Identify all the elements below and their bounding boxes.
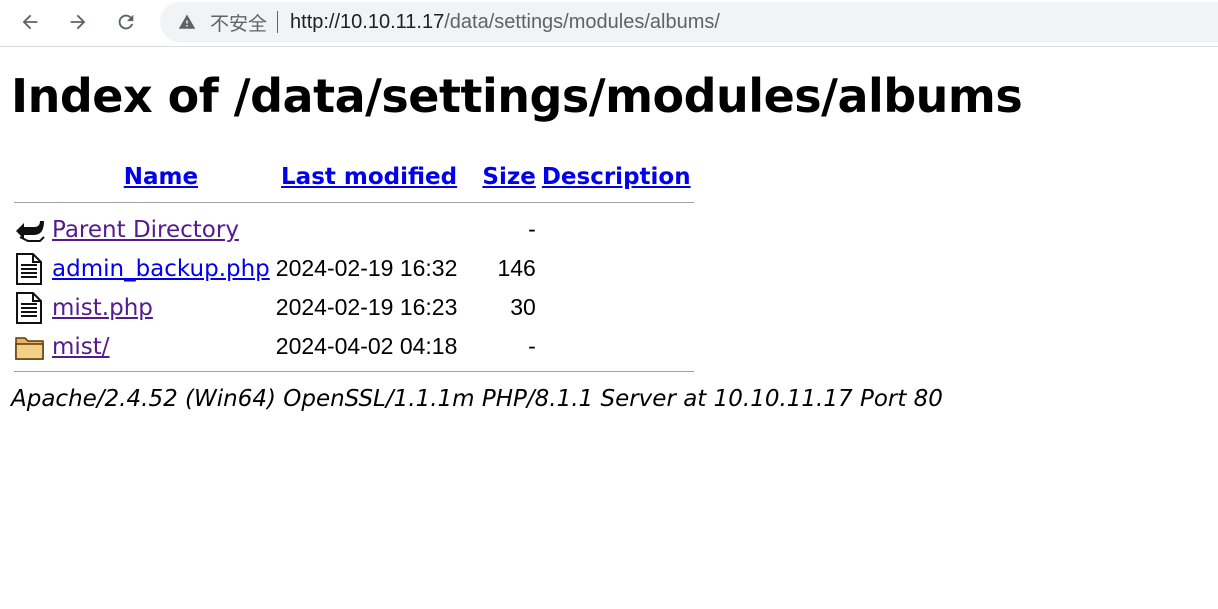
page-title: Index of /data/settings/modules/albums — [11, 69, 1023, 123]
file-link-mist-php[interactable]: mist.php — [52, 295, 153, 321]
divider-row — [14, 365, 694, 378]
parent-directory-link[interactable]: Parent Directory — [52, 217, 239, 243]
reload-button[interactable] — [110, 7, 142, 37]
size-cell: 30 — [510, 294, 536, 320]
icon-cell — [14, 326, 49, 365]
divider — [277, 11, 279, 33]
browser-toolbar: 不安全 http://10.10.11.17/data/settings/mod… — [0, 0, 1218, 47]
sort-by-description-link[interactable]: Description — [542, 164, 691, 190]
name-cell: admin_backup.php — [49, 248, 273, 287]
not-secure-label[interactable]: 不安全 — [210, 9, 267, 36]
size-cell: 146 — [497, 255, 536, 281]
sort-by-size-link[interactable]: Size — [482, 164, 535, 190]
icon-header — [14, 159, 49, 196]
divider — [14, 371, 694, 372]
reload-icon — [118, 14, 134, 30]
back-icon — [16, 220, 45, 242]
modified-cell: 2024-02-19 16:23 — [275, 294, 458, 320]
folder-link-mist[interactable]: mist/ — [52, 334, 110, 360]
header-row: Name Last modified Size Description — [14, 159, 694, 196]
warning-icon[interactable] — [178, 12, 198, 32]
size-header: Size — [460, 159, 538, 196]
url-path: /data/settings/modules/albums/ — [444, 10, 720, 33]
directory-listing: Name Last modified Size Description Pare… — [14, 159, 694, 378]
address-bar[interactable]: 不安全 http://10.10.11.17/data/settings/mod… — [160, 2, 1218, 42]
description-cell — [539, 287, 694, 326]
modified-header: Last modified — [273, 159, 461, 196]
arrow-right-icon — [70, 14, 86, 30]
name-cell: mist.php — [49, 287, 273, 326]
url-text[interactable]: http://10.10.11.17/data/settings/modules… — [290, 11, 720, 34]
folder-icon — [15, 336, 44, 360]
url-host: http://10.10.11.17 — [290, 10, 445, 33]
arrow-left-icon — [22, 14, 38, 30]
name-cell: Parent Directory — [49, 209, 273, 248]
icon-cell — [14, 248, 49, 287]
modified-cell: 2024-02-19 16:32 — [275, 255, 458, 281]
table-row: Parent Directory - — [14, 209, 694, 248]
name-cell: mist/ — [49, 326, 273, 365]
icon-cell — [14, 287, 49, 326]
icon-cell — [14, 209, 49, 248]
modified-cell — [273, 209, 461, 248]
size-cell: - — [528, 216, 536, 242]
page-content: Index of /data/settings/modules/albums N… — [0, 69, 1218, 412]
server-signature: Apache/2.4.52 (Win64) OpenSSL/1.1.1m PHP… — [11, 386, 943, 412]
sort-by-name-link[interactable]: Name — [124, 164, 198, 190]
table-row: mist.php 2024-02-19 16:23 30 — [14, 287, 694, 326]
description-cell — [539, 326, 694, 365]
description-cell — [539, 209, 694, 248]
modified-cell: 2024-04-02 04:18 — [275, 333, 458, 359]
forward-button[interactable] — [62, 7, 94, 37]
text-file-icon — [16, 291, 42, 324]
description-header: Description — [539, 159, 694, 196]
text-file-icon — [16, 252, 42, 285]
size-cell: - — [528, 333, 536, 359]
sort-by-modified-link[interactable]: Last modified — [281, 164, 457, 190]
file-link-admin-backup[interactable]: admin_backup.php — [52, 256, 270, 282]
divider-row — [14, 196, 694, 209]
description-cell — [539, 248, 694, 287]
name-header: Name — [49, 159, 273, 196]
back-button[interactable] — [14, 7, 46, 37]
table-row: admin_backup.php 2024-02-19 16:32 146 — [14, 248, 694, 287]
table-row: mist/ 2024-04-02 04:18 - — [14, 326, 694, 365]
divider — [14, 202, 694, 203]
